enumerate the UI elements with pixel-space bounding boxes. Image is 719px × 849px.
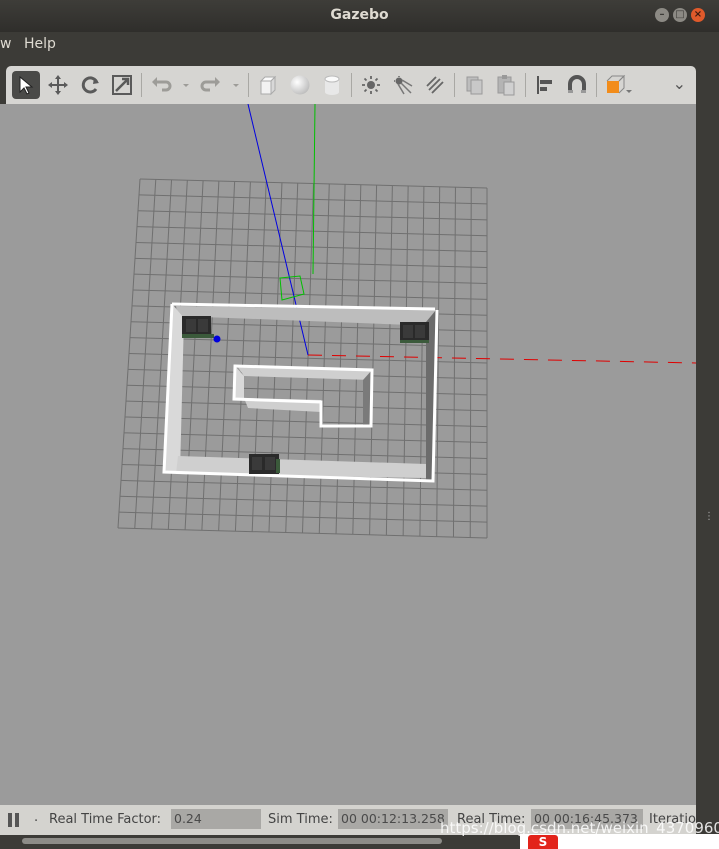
- point-light-icon[interactable]: [357, 71, 385, 99]
- toolbar-overflow[interactable]: ⌄: [673, 74, 686, 93]
- sphere-icon[interactable]: [286, 71, 314, 99]
- minimize-button[interactable]: –: [655, 8, 669, 22]
- toolbar-separator: [248, 73, 249, 97]
- horizontal-scroll-thumb[interactable]: [22, 838, 442, 844]
- view-angle-icon[interactable]: [602, 71, 636, 99]
- box-icon[interactable]: [254, 71, 282, 99]
- toolbar: ⌄: [6, 66, 696, 104]
- toolbar-separator: [351, 73, 352, 97]
- toolbar-separator: [596, 73, 597, 97]
- translate-icon[interactable]: [44, 71, 72, 99]
- redo-icon[interactable]: [197, 71, 225, 99]
- undo-dropdown-icon[interactable]: [179, 71, 193, 99]
- toolbar-separator: [141, 73, 142, 97]
- splitter-grip-icon[interactable]: ⋮: [704, 511, 714, 522]
- toolbar-separator: [454, 73, 455, 97]
- menu-item-help[interactable]: Help: [24, 36, 56, 52]
- window-controls: – □ ×: [655, 8, 705, 22]
- directional-light-icon[interactable]: [421, 71, 449, 99]
- spot-light-icon[interactable]: [389, 71, 417, 99]
- scale-icon[interactable]: [108, 71, 136, 99]
- menu-bar: w Help: [0, 32, 719, 58]
- toolbar-separator: [525, 73, 526, 97]
- align-icon[interactable]: [531, 71, 559, 99]
- robot-3: [249, 454, 280, 474]
- sim-time-value: 00 00:12:13.258: [338, 809, 448, 829]
- sogou-logo-icon: S: [528, 835, 558, 849]
- scene-render: [117, 104, 696, 539]
- maximize-button[interactable]: □: [673, 8, 687, 22]
- undo-icon[interactable]: [147, 71, 175, 99]
- snap-icon[interactable]: [563, 71, 591, 99]
- redo-dropdown-icon[interactable]: [229, 71, 243, 99]
- sim-time-label: Sim Time:: [268, 812, 333, 827]
- inner-wall: [232, 364, 374, 428]
- close-button[interactable]: ×: [691, 8, 705, 22]
- cylinder-icon[interactable]: [318, 71, 346, 99]
- pause-icon[interactable]: [8, 813, 20, 827]
- watermark-text: https://blog.csdn.net/weixin_43709601: [440, 819, 719, 837]
- vertical-scrollbar[interactable]: ⋮: [696, 66, 719, 849]
- 3d-viewport[interactable]: [0, 104, 696, 805]
- robot-2: [400, 322, 429, 343]
- window-title: Gazebo: [330, 7, 389, 23]
- rotate-icon[interactable]: [76, 71, 104, 99]
- title-bar: Gazebo – □ ×: [0, 0, 719, 32]
- x-axis-line: [307, 354, 696, 364]
- robot-1: [182, 316, 221, 343]
- select-arrow-icon[interactable]: [12, 71, 40, 99]
- real-time-factor-label: Real Time Factor:: [49, 812, 162, 827]
- copy-icon[interactable]: [460, 71, 488, 99]
- paste-icon[interactable]: [492, 71, 520, 99]
- step-button[interactable]: .: [34, 810, 38, 825]
- menu-item-window[interactable]: w: [0, 36, 11, 52]
- grid-line: [469, 187, 472, 538]
- real-time-factor-value: 0.24: [171, 809, 261, 829]
